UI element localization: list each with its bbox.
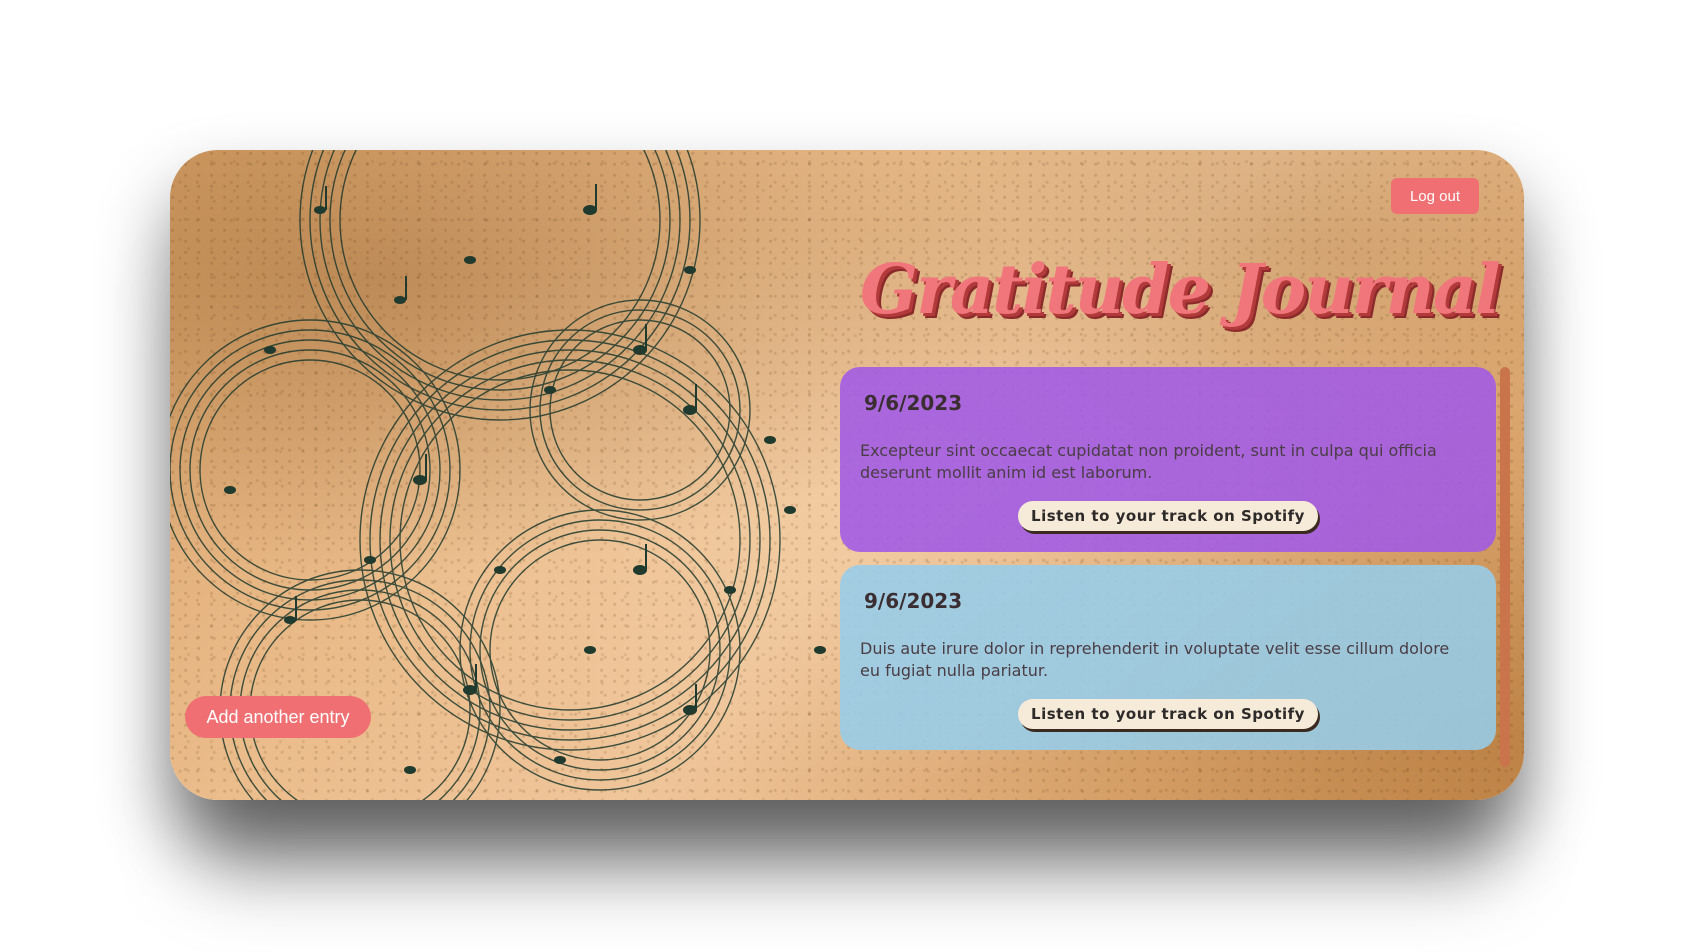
spotify-track-button[interactable]: Listen to your track on Spotify (1018, 699, 1318, 729)
entries-list[interactable]: 9/6/2023 Excepteur sint occaecat cupidat… (840, 367, 1496, 767)
entries-scrollbar[interactable] (1500, 367, 1510, 767)
journal-entry: 9/6/2023 Excepteur sint occaecat cupidat… (840, 367, 1496, 552)
logout-button[interactable]: Log out (1391, 178, 1479, 214)
journal-entry: 9/6/2023 Duis aute irure dolor in repreh… (840, 565, 1496, 750)
entry-text: Duis aute irure dolor in reprehenderit i… (860, 639, 1450, 680)
spotify-track-button[interactable]: Listen to your track on Spotify (1018, 501, 1318, 531)
entry-date: 9/6/2023 (864, 589, 963, 613)
journal-card: Log out Gratitude Journal 9/6/2023 Excep… (170, 150, 1524, 800)
entry-date: 9/6/2023 (864, 391, 963, 415)
add-entry-button[interactable]: Add another entry (185, 696, 371, 738)
page: Log out Gratitude Journal 9/6/2023 Excep… (0, 0, 1694, 952)
page-title: Gratitude Journal (860, 250, 1501, 330)
entry-text: Excepteur sint occaecat cupidatat non pr… (860, 441, 1437, 482)
